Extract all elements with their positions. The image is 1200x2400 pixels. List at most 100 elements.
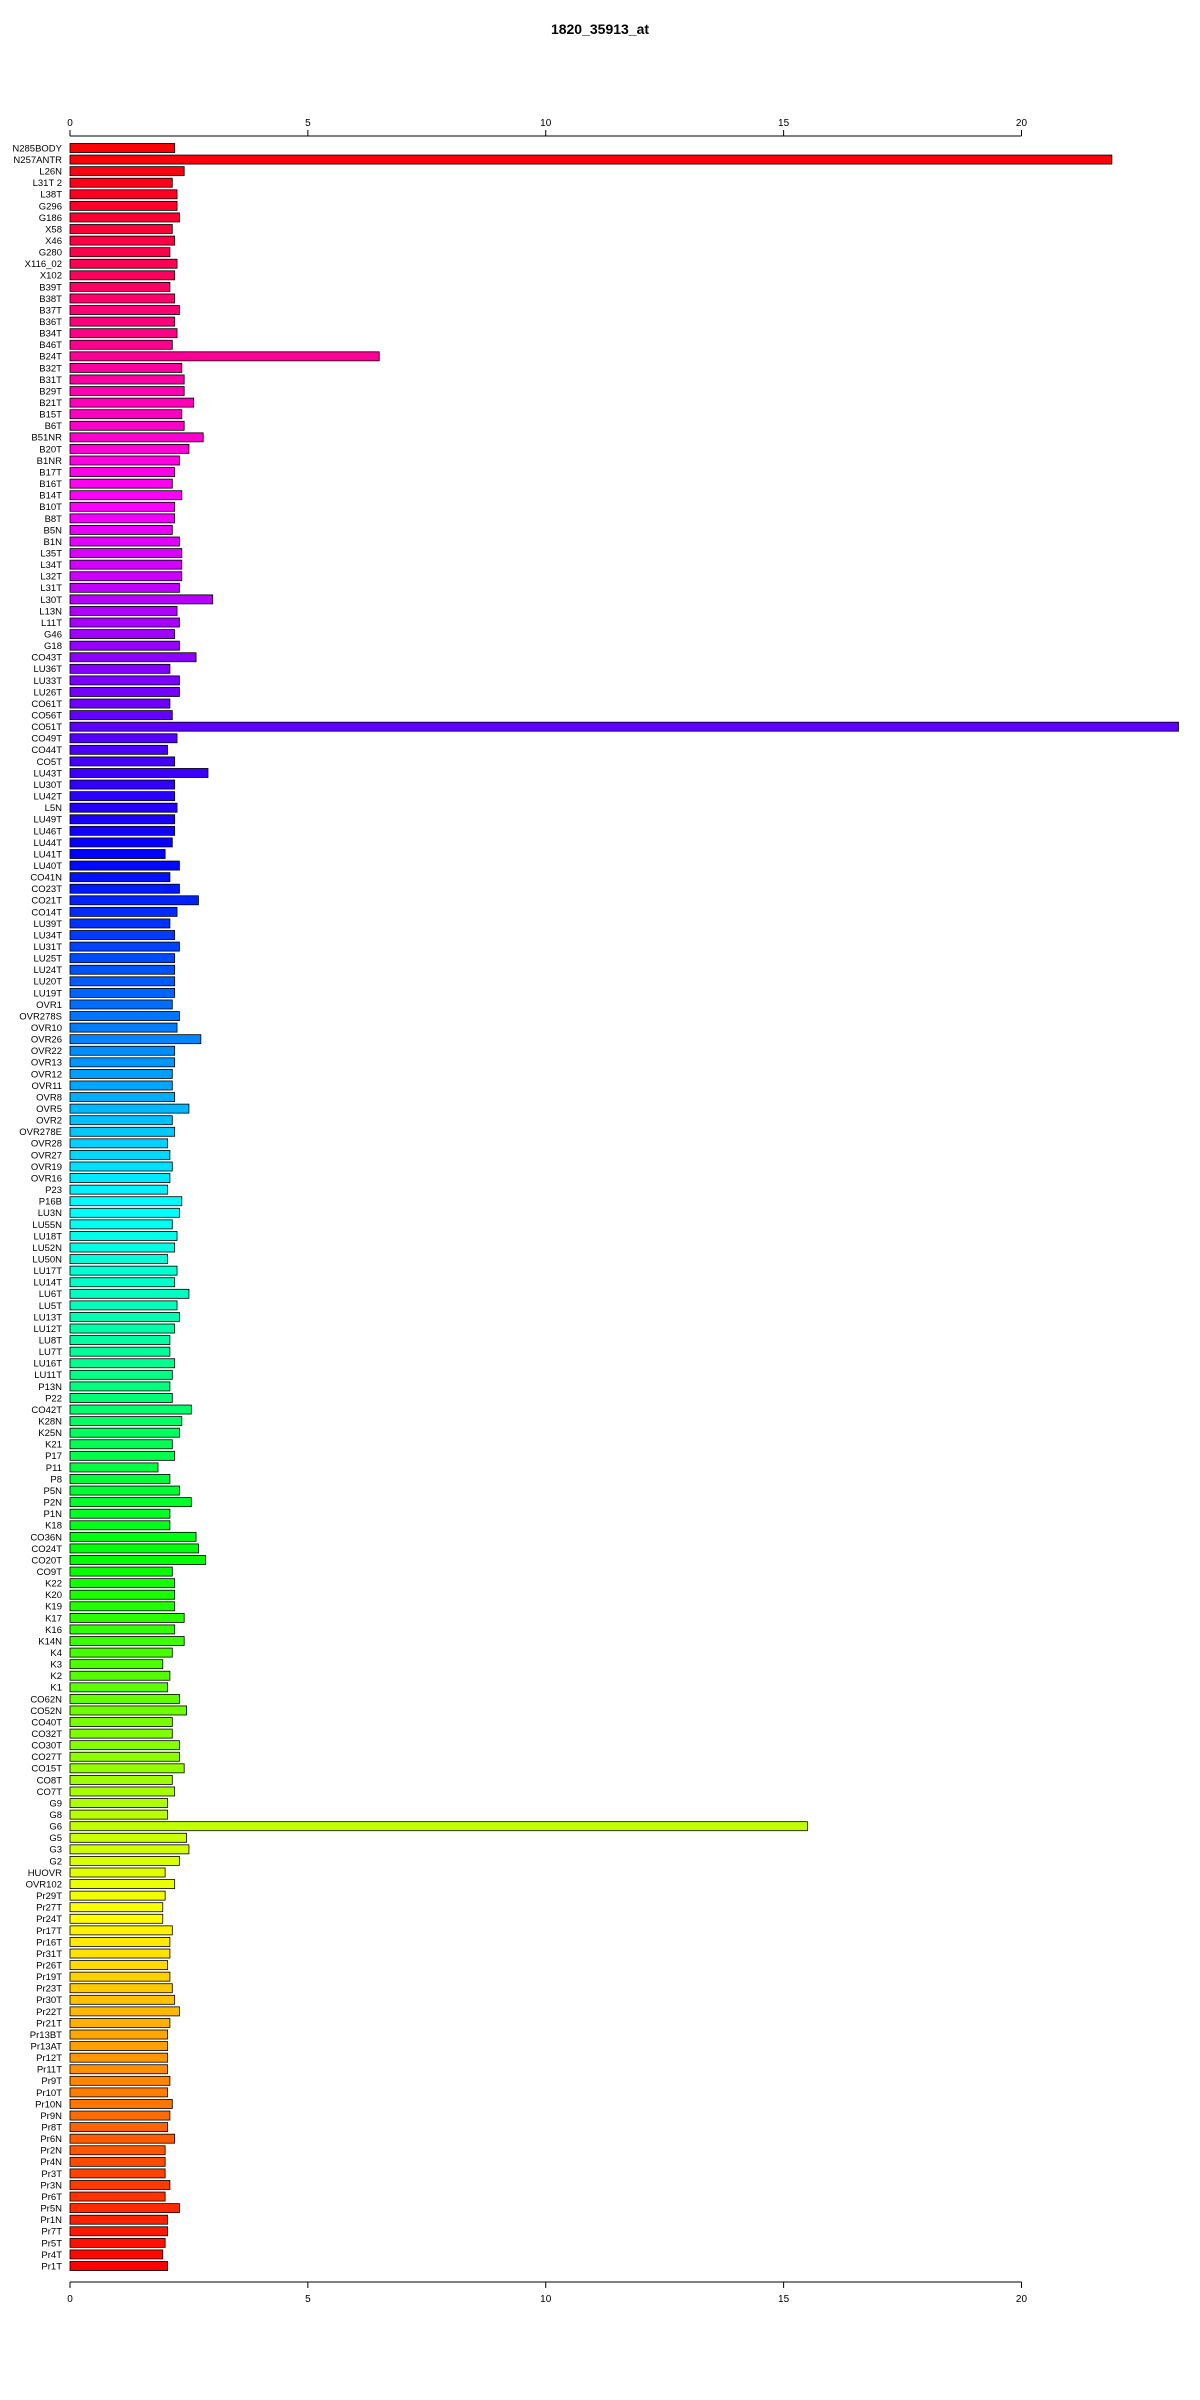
bar-x46 [69,235,176,246]
category-label: P1N [44,1509,63,1520]
bar-ovr11 [69,1080,173,1091]
category-label: OVR28 [31,1139,62,1150]
category-label: Pr27T [36,1903,62,1914]
bar-pr29t [69,1890,166,1901]
category-label: L11T [41,618,62,629]
category-label: B46T [39,340,62,351]
bar-co40t [69,1717,173,1727]
category-label: Pr13BT [30,2030,62,2041]
bar-g46 [69,629,176,640]
bar-ovr278s [69,1011,180,1021]
category-label: CO27T [31,1752,62,1763]
bar-x116-02 [69,258,178,269]
bar-lu19t [69,987,176,998]
bar-b10t [69,501,176,512]
bar-g18 [69,640,180,651]
bar-lu16t [69,1358,176,1369]
category-label: LU5T [39,1301,62,1312]
bar-g186 [69,212,180,223]
bar-k17 [69,1612,185,1623]
category-label: Pr3N [40,2180,62,2191]
bar-pr2n [69,2145,166,2156]
category-label: K18 [45,1521,62,1532]
bar-ovr10 [69,1022,178,1033]
category-label: L32T [40,572,62,583]
category-label: P5N [44,1486,63,1497]
category-label: Pr3T [41,2169,62,2180]
category-label: K28N [38,1417,62,1428]
bar-ovr102 [69,1879,176,1889]
bar-k18 [69,1520,171,1531]
category-label: LU7T [39,1347,62,1358]
bar-k25n [69,1427,180,1438]
category-label: LU40T [33,861,62,872]
category-label: OVR1 [36,1000,62,1011]
bar-g2 [69,1856,180,1866]
category-label: CO15T [31,1764,62,1775]
bar-b37t [69,305,180,315]
category-label: L31T [40,583,62,594]
category-label: K22 [45,1579,62,1590]
bar-b32t [69,362,183,373]
category-label: G186 [39,213,62,224]
bar-lu42t [69,791,176,802]
category-label: B15T [39,410,62,421]
category-label: L31T 2 [33,178,62,189]
category-label: CO23T [31,884,62,895]
bottom-axis: 0 5 10 15 20 [67,2281,1027,2305]
bar-b31t [69,374,185,385]
category-label: LU39T [33,919,62,930]
category-label: K20 [45,1590,62,1601]
bar-pr13at [69,2041,168,2052]
bar-g296 [69,200,178,211]
bar-lu17t [69,1265,178,1276]
bar-co9t [69,1566,173,1577]
chart-title: 1820_35913_at [551,21,649,37]
bar-k14n [69,1636,185,1646]
bar-pr7t [69,2226,168,2237]
category-label: G9 [49,1798,62,1809]
bar-k20 [69,1589,176,1600]
bar-ovr26 [69,1034,202,1045]
bar-ovr19 [69,1161,173,1172]
category-label: P11 [46,1463,62,1474]
bar-b46t [69,339,173,350]
bar-ovr5 [69,1103,190,1114]
bar-l26n [69,166,185,177]
category-label: B36T [39,317,62,328]
category-label: K25N [38,1428,62,1439]
top-axis-tick-label: 15 [778,118,790,129]
category-label: Pr24T [36,1914,62,1925]
bar-b1nr [69,455,180,466]
bar-pr31t [69,1948,171,1959]
category-label: Pr4T [41,2250,62,2261]
category-label: Pr21T [36,2018,62,2029]
category-label: Pr23T [36,1984,62,1995]
bar-pr10n [69,2099,173,2109]
bar-p23 [69,1184,168,1195]
bar-pr6n [69,2133,176,2144]
category-label: B21T [39,398,62,409]
category-label: CO9T [37,1567,63,1578]
category-label: P23 [45,1185,62,1196]
category-label: Pr9N [40,2111,62,2122]
bar-lu8t [69,1335,171,1346]
bar-co5t [69,756,176,767]
category-label: G8 [49,1810,62,1821]
category-label: OVR16 [31,1173,62,1184]
bar-lu30t [69,779,176,790]
bar-pr3t [69,2168,166,2179]
category-label: Pr11T [37,2065,62,2076]
bar-l35t [69,548,183,559]
bar-lu12t [69,1323,176,1334]
category-label: K21 [45,1440,62,1451]
bar-pr3n [69,2180,171,2190]
category-label: LU25T [33,954,62,965]
bar-b17t [69,467,176,477]
category-label: LU8T [39,1336,62,1347]
category-label: CO30T [31,1741,62,1752]
bar-pr17t [69,1925,173,1936]
category-label: B16T [39,479,62,490]
category-label: LU11T [34,1370,62,1381]
category-label: K1 [50,1683,62,1694]
